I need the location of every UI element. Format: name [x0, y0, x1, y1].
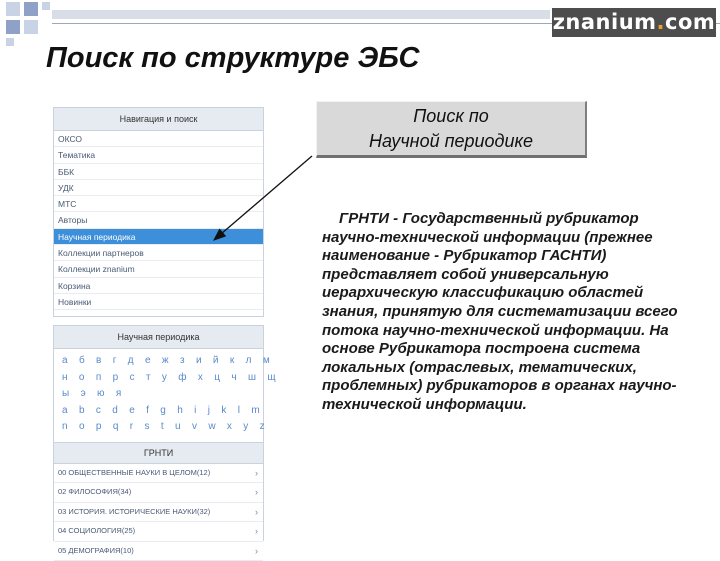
grnti-item-4[interactable]: 05 ДЕМОГРАФИЯ(10) ›: [54, 542, 263, 561]
grnti-description: ГРНТИ - Государственный рубрикатор научн…: [322, 210, 688, 415]
grnti-item-label: 05 ДЕМОГРАФИЯ(10): [58, 546, 134, 555]
chevron-right-icon: ›: [255, 542, 258, 561]
arrow-line: [214, 156, 312, 240]
